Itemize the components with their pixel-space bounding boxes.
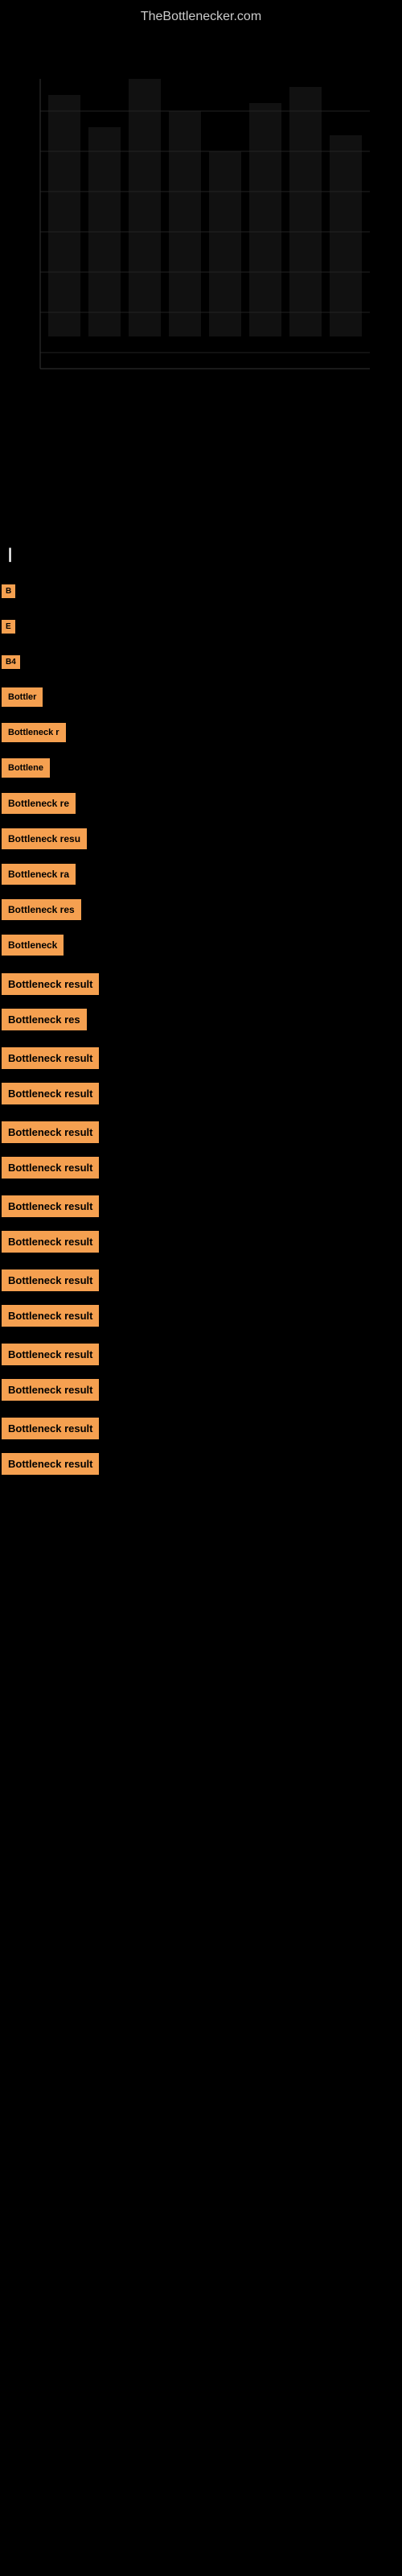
bottleneck-label: Bottleneck	[2, 935, 64, 956]
bottleneck-label: Bottleneck result	[2, 1305, 99, 1327]
bottleneck-label: Bottleneck res	[2, 899, 81, 920]
site-title: TheBottlenecker.com	[0, 0, 402, 31]
bottleneck-row: Bottleneck result	[0, 1448, 402, 1479]
bottleneck-label: Bottleneck ra	[2, 864, 76, 885]
bottleneck-container: B E B4 Bottler Bottleneck r Bottlene Bot…	[0, 576, 402, 1479]
bottleneck-label: Bottler	[2, 687, 43, 707]
bottleneck-row: B4	[0, 646, 402, 677]
bottleneck-row: Bottleneck result	[0, 1339, 402, 1369]
bottleneck-row: Bottleneck ra	[0, 859, 402, 890]
bottleneck-label: Bottleneck r	[2, 723, 66, 742]
bottleneck-label: Bottlene	[2, 758, 50, 778]
bottleneck-row: Bottleneck result	[0, 1078, 402, 1108]
bottleneck-row: Bottleneck r	[0, 717, 402, 748]
bottleneck-label: Bottleneck result	[2, 1344, 99, 1365]
bottleneck-label: Bottleneck result	[2, 1195, 99, 1217]
bottleneck-label: Bottleneck re	[2, 793, 76, 814]
bottleneck-row: E	[0, 611, 402, 642]
bottleneck-label: Bottleneck result	[2, 1121, 99, 1143]
bottleneck-row: Bottleneck result	[0, 1042, 402, 1073]
bottleneck-label: Bottleneck result	[2, 1157, 99, 1179]
section-label: |	[0, 530, 402, 571]
bottleneck-row: Bottleneck re	[0, 788, 402, 819]
bottleneck-row: Bottleneck result	[0, 1117, 402, 1147]
bottleneck-row: B	[0, 576, 402, 606]
bottleneck-label: Bottleneck result	[2, 973, 99, 995]
bottleneck-label: Bottleneck result	[2, 1083, 99, 1104]
bottleneck-label: B	[2, 584, 15, 598]
bottleneck-row: Bottlene	[0, 753, 402, 783]
site-title-text: TheBottlenecker.com	[141, 10, 261, 23]
bottleneck-label: Bottleneck result	[2, 1379, 99, 1401]
bottleneck-row: Bottleneck result	[0, 1152, 402, 1183]
bottleneck-row: Bottleneck result	[0, 1413, 402, 1443]
bottleneck-label: Bottleneck result	[2, 1453, 99, 1475]
bottleneck-label: Bottleneck result	[2, 1047, 99, 1069]
bottleneck-label: Bottleneck resu	[2, 828, 87, 849]
bottleneck-label: Bottleneck result	[2, 1418, 99, 1439]
bottleneck-row: Bottleneck res	[0, 1004, 402, 1034]
bottleneck-label: E	[2, 620, 15, 634]
bottleneck-row: Bottleneck result	[0, 968, 402, 999]
bottleneck-label: Bottleneck res	[2, 1009, 87, 1030]
bottleneck-row: Bottleneck result	[0, 1374, 402, 1405]
bottleneck-label: Bottleneck result	[2, 1231, 99, 1253]
bottleneck-row: Bottleneck result	[0, 1300, 402, 1331]
bottleneck-label: Bottleneck result	[2, 1269, 99, 1291]
bottleneck-row: Bottleneck	[0, 930, 402, 960]
bottleneck-row: Bottler	[0, 682, 402, 712]
bottleneck-row: Bottleneck res	[0, 894, 402, 925]
chart-area	[0, 31, 402, 530]
bottleneck-label: B4	[2, 655, 20, 669]
bottleneck-row: Bottleneck result	[0, 1226, 402, 1257]
bottleneck-row: Bottleneck result	[0, 1265, 402, 1295]
bottleneck-row: Bottleneck resu	[0, 824, 402, 854]
bottleneck-row: Bottleneck result	[0, 1191, 402, 1221]
